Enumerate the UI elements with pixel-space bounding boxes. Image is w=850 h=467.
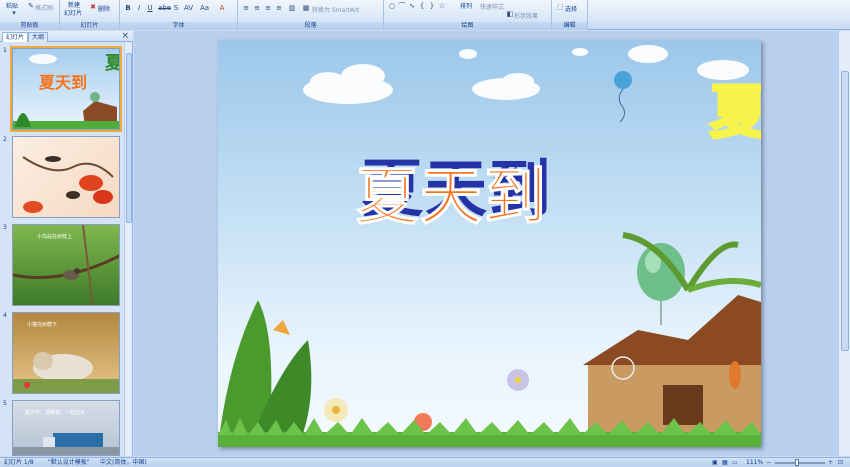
thumb-cicada-image	[22, 156, 114, 213]
shape-oval-icon[interactable]: ○	[388, 2, 396, 10]
align-left-icon[interactable]: ≡	[242, 4, 250, 12]
shape-effects-icon: ◧	[506, 10, 514, 18]
tab-outline[interactable]: 大纲	[28, 32, 49, 42]
shape-effects-button[interactable]: 形状效果	[514, 11, 538, 20]
paste-dropdown-icon[interactable]: ▾	[10, 9, 18, 17]
thumb-truck-image	[13, 433, 119, 455]
font-color-icon[interactable]: A	[218, 4, 226, 12]
smartart-icon: ▦	[302, 4, 310, 12]
paragraph-group: ≡ ≡ ≡ ≡ ▥ ▦ 转换为 SmartArt 段落	[238, 0, 384, 30]
drawing-group-label: 绘图	[384, 22, 551, 30]
paragraph-group-label: 段落	[238, 22, 383, 30]
svg-text:夏: 夏	[105, 53, 120, 74]
thumb-scenery: 夏	[13, 53, 120, 129]
slide-thumbnail-1[interactable]: 夏天到 夏	[10, 46, 122, 132]
strikethrough-icon[interactable]: abe	[158, 4, 171, 12]
language-indicator: 中文(简体，中国)	[100, 459, 147, 466]
shape-arc-icon[interactable]: ⌒	[398, 2, 406, 10]
shadow-icon[interactable]: S	[172, 4, 180, 12]
zoom-slider-handle[interactable]	[795, 459, 799, 466]
status-bar: 幻灯片 1/8 "默认设计模板" 中文(简体，中国) ▣ ▦ ▭ 111% − …	[0, 457, 850, 467]
editing-group-label: 编辑	[552, 22, 587, 30]
justify-icon[interactable]: ≡	[275, 4, 283, 12]
slideshow-icon[interactable]: ▭	[732, 458, 738, 467]
slide-thumbnail-4[interactable]: 小猫在树荫下	[12, 312, 120, 394]
theme-name: "默认设计模板"	[48, 459, 90, 466]
slide-title[interactable]: 夏天到	[355, 146, 548, 236]
thumb-cat-image	[13, 352, 119, 393]
panel-tabs: 幻灯片 大纲 ×	[0, 31, 133, 42]
normal-view-icon[interactable]: ▣	[712, 458, 718, 467]
slide-thumbnail-3[interactable]: 小鸟站在树枝上	[12, 224, 120, 306]
delete-icon: ✖	[90, 3, 96, 11]
thumb-bird-image	[13, 225, 119, 305]
editing-group: ⬚ 选择 编辑	[552, 0, 588, 30]
zoom-out-icon[interactable]: −	[766, 458, 771, 467]
shape-brace-right-icon[interactable]: }	[428, 2, 436, 10]
slide-scrollbar-thumb[interactable]	[841, 71, 849, 351]
corner-xia-glyph: 夏	[710, 78, 761, 146]
slide-vertical-scrollbar[interactable]	[838, 31, 850, 456]
slide-sorter-icon[interactable]: ▦	[722, 458, 728, 467]
close-icon[interactable]: ×	[121, 31, 129, 42]
zoom-slider[interactable]	[775, 462, 825, 464]
slide-thumbnail-5[interactable]: 夏天中，烟雾蒸，一起玩水	[12, 400, 120, 456]
align-right-icon[interactable]: ≡	[264, 4, 272, 12]
house-roof	[583, 295, 761, 370]
fit-window-icon[interactable]: ⊡	[838, 458, 843, 467]
thumb-number: 4	[3, 312, 7, 319]
drawing-group: ○ ⌒ ∿ { } ☆ 排列 快速样式 ◧ 形状效果 绘图	[384, 0, 552, 30]
slide-counter: 幻灯片 1/8	[4, 459, 34, 466]
italic-icon[interactable]: I	[135, 4, 143, 12]
clipboard-group-label: 剪贴板	[0, 22, 59, 30]
panel-scrollbar[interactable]	[124, 43, 132, 456]
slides-panel: 幻灯片 大纲 × 1 夏天到 夏 2 3 小鸟站在树枝上	[0, 31, 133, 456]
tab-slides[interactable]: 幻灯片	[2, 32, 29, 42]
slides-group: 新建 幻灯片 ✖ 删除 幻灯片	[60, 0, 120, 30]
clipboard-group: 粘贴 ▾ ✎ 格式刷 剪贴板	[0, 0, 60, 30]
cloud	[459, 45, 749, 80]
shape-curve-icon[interactable]: ∿	[408, 2, 416, 10]
slide-scenery: 夏	[218, 45, 761, 447]
quick-styles-button[interactable]: 快速样式	[480, 2, 504, 11]
slide-thumbnail-2[interactable]	[12, 136, 120, 218]
cloud	[472, 73, 540, 100]
columns-icon[interactable]: ▥	[288, 4, 296, 12]
convert-smartart-button[interactable]: 转换为 SmartArt	[312, 5, 359, 14]
zoom-level[interactable]: 111%	[746, 458, 763, 467]
underline-icon[interactable]: U	[146, 4, 154, 12]
panel-scrollbar-thumb[interactable]	[126, 53, 132, 223]
thumb-number: 1	[3, 47, 7, 54]
delete-button[interactable]: 删除	[98, 4, 110, 13]
slides-group-label: 幻灯片	[60, 22, 119, 30]
slide-canvas[interactable]: 夏 夏天到 夏天到	[218, 40, 761, 447]
thumb-number: 2	[3, 136, 7, 143]
cloud	[303, 64, 393, 104]
format-painter-button[interactable]: 格式刷	[35, 3, 53, 12]
select-button[interactable]: 选择	[565, 4, 577, 13]
bold-icon[interactable]: B	[124, 4, 132, 12]
balloon-small	[614, 71, 632, 89]
select-icon: ⬚	[556, 3, 564, 11]
align-center-icon[interactable]: ≡	[253, 4, 261, 12]
zoom-in-icon[interactable]: +	[828, 458, 833, 467]
thumb-number: 5	[3, 400, 7, 407]
format-painter-icon: ✎	[28, 2, 34, 10]
char-spacing-icon[interactable]: AV	[184, 4, 193, 12]
font-group: B I U abe S AV Aa A 字体	[120, 0, 238, 30]
new-slide-label[interactable]: 幻灯片	[64, 8, 82, 17]
shape-brace-left-icon[interactable]: {	[418, 2, 426, 10]
change-case-icon[interactable]: Aa	[200, 4, 209, 12]
shape-star-icon[interactable]: ☆	[438, 2, 446, 10]
font-group-label: 字体	[120, 22, 237, 30]
thumb-number: 3	[3, 224, 7, 231]
ribbon: 粘贴 ▾ ✎ 格式刷 剪贴板 新建 幻灯片 ✖ 删除 幻灯片 B I U abe…	[0, 0, 850, 30]
arrange-button[interactable]: 排列	[460, 1, 472, 10]
